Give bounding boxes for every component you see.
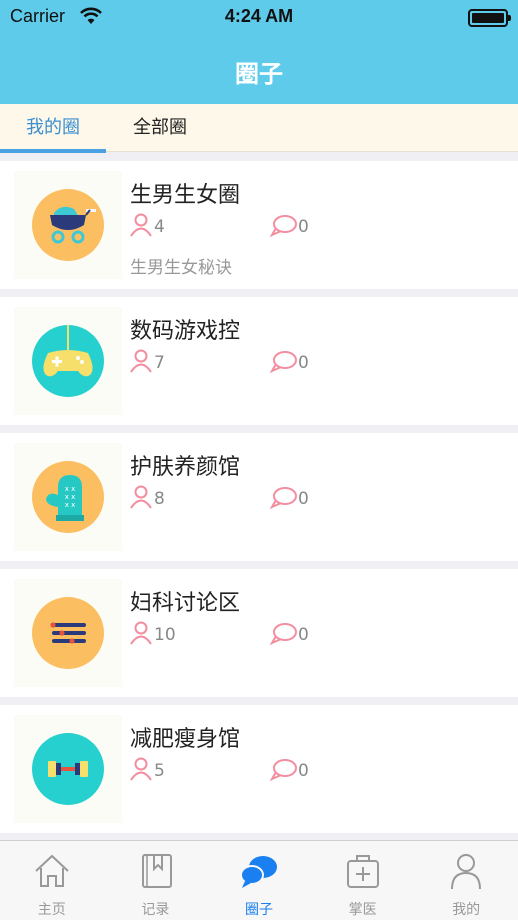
notebook-icon [141, 854, 172, 888]
tab-doctor-label: 掌医 [348, 902, 377, 918]
svg-text:x x: x x [65, 501, 76, 509]
bottom-tab-bar: 主页 记录 圈子 掌医 我的 [0, 840, 518, 920]
circle-thumbnail [14, 171, 122, 279]
circle-thumbnail [14, 307, 122, 415]
comment-icon [270, 759, 297, 781]
svg-text:x x: x x [65, 493, 76, 501]
circle-thumbnail [14, 579, 122, 687]
circle-card[interactable]: 生男生女圈 4 0 生男生女秘诀 [0, 161, 518, 289]
svg-text:x x: x x [65, 485, 76, 493]
circle-card[interactable]: 数码游戏控 7 0 [0, 297, 518, 425]
gamepad-icon [43, 325, 93, 377]
comment-icon [270, 487, 297, 509]
tab-records[interactable]: 记录 [104, 841, 208, 920]
circle-description: 生男生女秘诀 [130, 258, 232, 278]
baby-stroller-icon [50, 206, 96, 244]
tab-home-label: 主页 [37, 902, 66, 918]
tab-circles[interactable]: 圈子 [207, 841, 311, 920]
person-icon [130, 757, 152, 781]
circle-thumbnail: x x x x x x [14, 443, 122, 551]
circle-name: 生男生女圈 [130, 183, 241, 208]
circle-thumbnail [14, 715, 122, 823]
circle-name: 数码游戏控 [130, 319, 241, 344]
dumbbell-icon [48, 761, 88, 777]
tab-mine[interactable]: 我的 [414, 841, 518, 920]
tab-records-label: 记录 [141, 902, 170, 918]
list-icon [50, 622, 86, 644]
circle-name: 减肥瘦身馆 [130, 727, 241, 752]
navigation-bar: 圈子 [0, 36, 518, 104]
person-icon [130, 485, 152, 509]
chat-bubbles-icon [240, 856, 278, 888]
comment-icon [270, 623, 297, 645]
comment-icon [270, 351, 297, 373]
tab-doctor[interactable]: 掌医 [311, 841, 415, 920]
mitten-icon: x x x x x x [46, 475, 84, 521]
person-icon [130, 621, 152, 645]
clock: 4:24 AM [224, 6, 294, 26]
tab-home[interactable]: 主页 [0, 841, 104, 920]
battery-icon [468, 9, 511, 27]
circle-name: 护肤养颜馆 [130, 455, 241, 480]
home-icon [35, 854, 69, 887]
person-icon [130, 213, 152, 237]
segment-tabs: 我的圈 全部圈 [0, 104, 518, 153]
tab-mine-label: 我的 [452, 902, 481, 918]
medical-kit-icon [346, 855, 379, 888]
tab-my-circles[interactable]: 我的圈 [0, 104, 106, 153]
circle-card[interactable]: 妇科讨论区 10 0 [0, 569, 518, 697]
person-icon [130, 349, 152, 373]
person-icon [451, 854, 482, 890]
circle-card[interactable]: x x x x x x 护肤养颜馆 8 0 [0, 433, 518, 561]
tab-circles-label: 圈子 [244, 902, 273, 918]
status-bar: Carrier 4:24 AM [0, 0, 518, 36]
comment-icon [270, 215, 297, 237]
tab-all-circles[interactable]: 全部圈 [106, 104, 214, 152]
circle-name: 妇科讨论区 [130, 591, 241, 616]
circle-card[interactable]: 减肥瘦身馆 5 0 [0, 705, 518, 833]
page-title: 圈子 [235, 60, 283, 88]
